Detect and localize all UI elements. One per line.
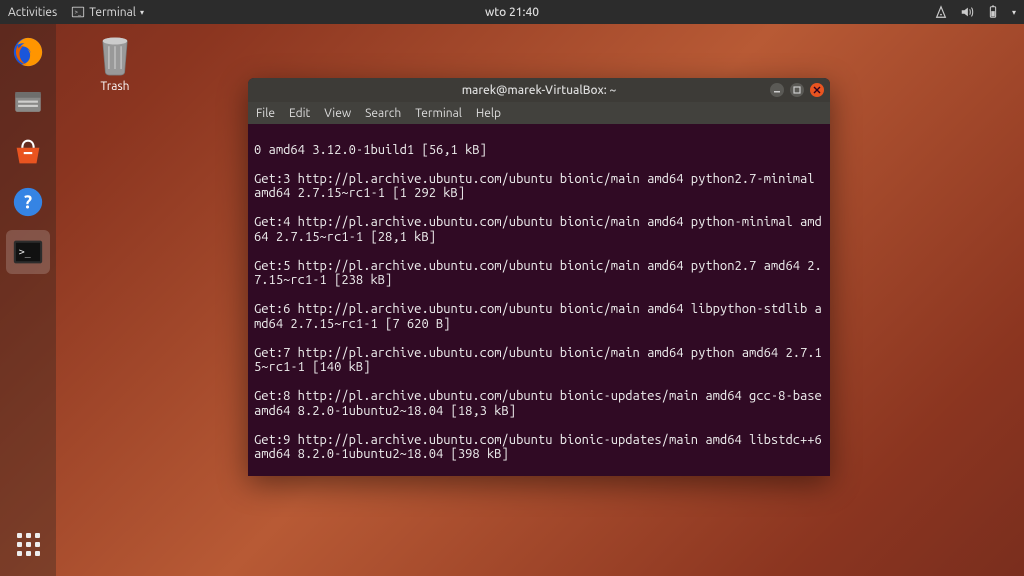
term-line: Get:7 http://pl.archive.ubuntu.com/ubunt… xyxy=(254,346,824,375)
dock-terminal[interactable]: >_ xyxy=(6,230,50,274)
menu-edit[interactable]: Edit xyxy=(289,107,310,120)
dock-files[interactable] xyxy=(6,80,50,124)
terminal-small-icon: >_ xyxy=(71,5,85,19)
top-bar: Activities >_ Terminal ▾ wto 21:40 ▾ xyxy=(0,0,1024,24)
close-icon xyxy=(813,86,821,94)
menu-search[interactable]: Search xyxy=(365,107,401,120)
window-menubar: File Edit View Search Terminal Help xyxy=(248,102,830,124)
activities-button[interactable]: Activities xyxy=(8,6,57,19)
term-line: Get:3 http://pl.archive.ubuntu.com/ubunt… xyxy=(254,172,824,201)
files-icon xyxy=(11,85,45,119)
window-title: marek@marek-VirtualBox: ~ xyxy=(462,84,617,97)
window-titlebar[interactable]: marek@marek-VirtualBox: ~ xyxy=(248,78,830,102)
software-icon xyxy=(11,135,45,169)
trash-label: Trash xyxy=(80,80,150,93)
terminal-output[interactable]: 0 amd64 3.12.0-1build1 [56,1 kB] Get:3 h… xyxy=(248,124,830,476)
term-line: 0 amd64 3.12.0-1build1 [56,1 kB] xyxy=(254,143,824,158)
close-button[interactable] xyxy=(810,83,824,97)
app-menu-label: Terminal xyxy=(89,6,136,19)
minimize-button[interactable] xyxy=(770,83,784,97)
dock-software[interactable] xyxy=(6,130,50,174)
svg-text:>_: >_ xyxy=(75,9,82,16)
svg-text:?: ? xyxy=(24,192,32,212)
maximize-button[interactable] xyxy=(790,83,804,97)
terminal-icon: >_ xyxy=(11,235,45,269)
firefox-icon xyxy=(11,35,45,69)
minimize-icon xyxy=(773,86,781,94)
term-line: Get:6 http://pl.archive.ubuntu.com/ubunt… xyxy=(254,302,824,331)
svg-text:>_: >_ xyxy=(19,247,31,258)
apps-grid-icon xyxy=(17,533,40,556)
network-icon[interactable] xyxy=(934,5,948,19)
term-line: Get:4 http://pl.archive.ubuntu.com/ubunt… xyxy=(254,215,824,244)
trash-desktop-icon[interactable]: Trash xyxy=(80,34,150,93)
battery-icon[interactable] xyxy=(986,5,1000,19)
show-apps-button[interactable] xyxy=(6,522,50,566)
system-menu-chevron-icon[interactable]: ▾ xyxy=(1012,8,1016,17)
term-line: Get:8 http://pl.archive.ubuntu.com/ubunt… xyxy=(254,389,824,418)
menu-view[interactable]: View xyxy=(324,107,351,120)
maximize-icon xyxy=(793,86,801,94)
menu-file[interactable]: File xyxy=(256,107,275,120)
dock: ? >_ xyxy=(0,24,56,576)
dock-help[interactable]: ? xyxy=(6,180,50,224)
menu-terminal[interactable]: Terminal xyxy=(415,107,462,120)
menu-help[interactable]: Help xyxy=(476,107,501,120)
terminal-window: marek@marek-VirtualBox: ~ File Edit View… xyxy=(248,78,830,476)
app-menu[interactable]: >_ Terminal ▾ xyxy=(71,5,144,19)
chevron-down-icon: ▾ xyxy=(140,8,144,17)
term-line: Get:9 http://pl.archive.ubuntu.com/ubunt… xyxy=(254,433,824,462)
term-line: Get:5 http://pl.archive.ubuntu.com/ubunt… xyxy=(254,259,824,288)
help-icon: ? xyxy=(11,185,45,219)
dock-firefox[interactable] xyxy=(6,30,50,74)
trash-icon xyxy=(97,34,133,76)
volume-icon[interactable] xyxy=(960,5,974,19)
clock[interactable]: wto 21:40 xyxy=(485,6,539,19)
